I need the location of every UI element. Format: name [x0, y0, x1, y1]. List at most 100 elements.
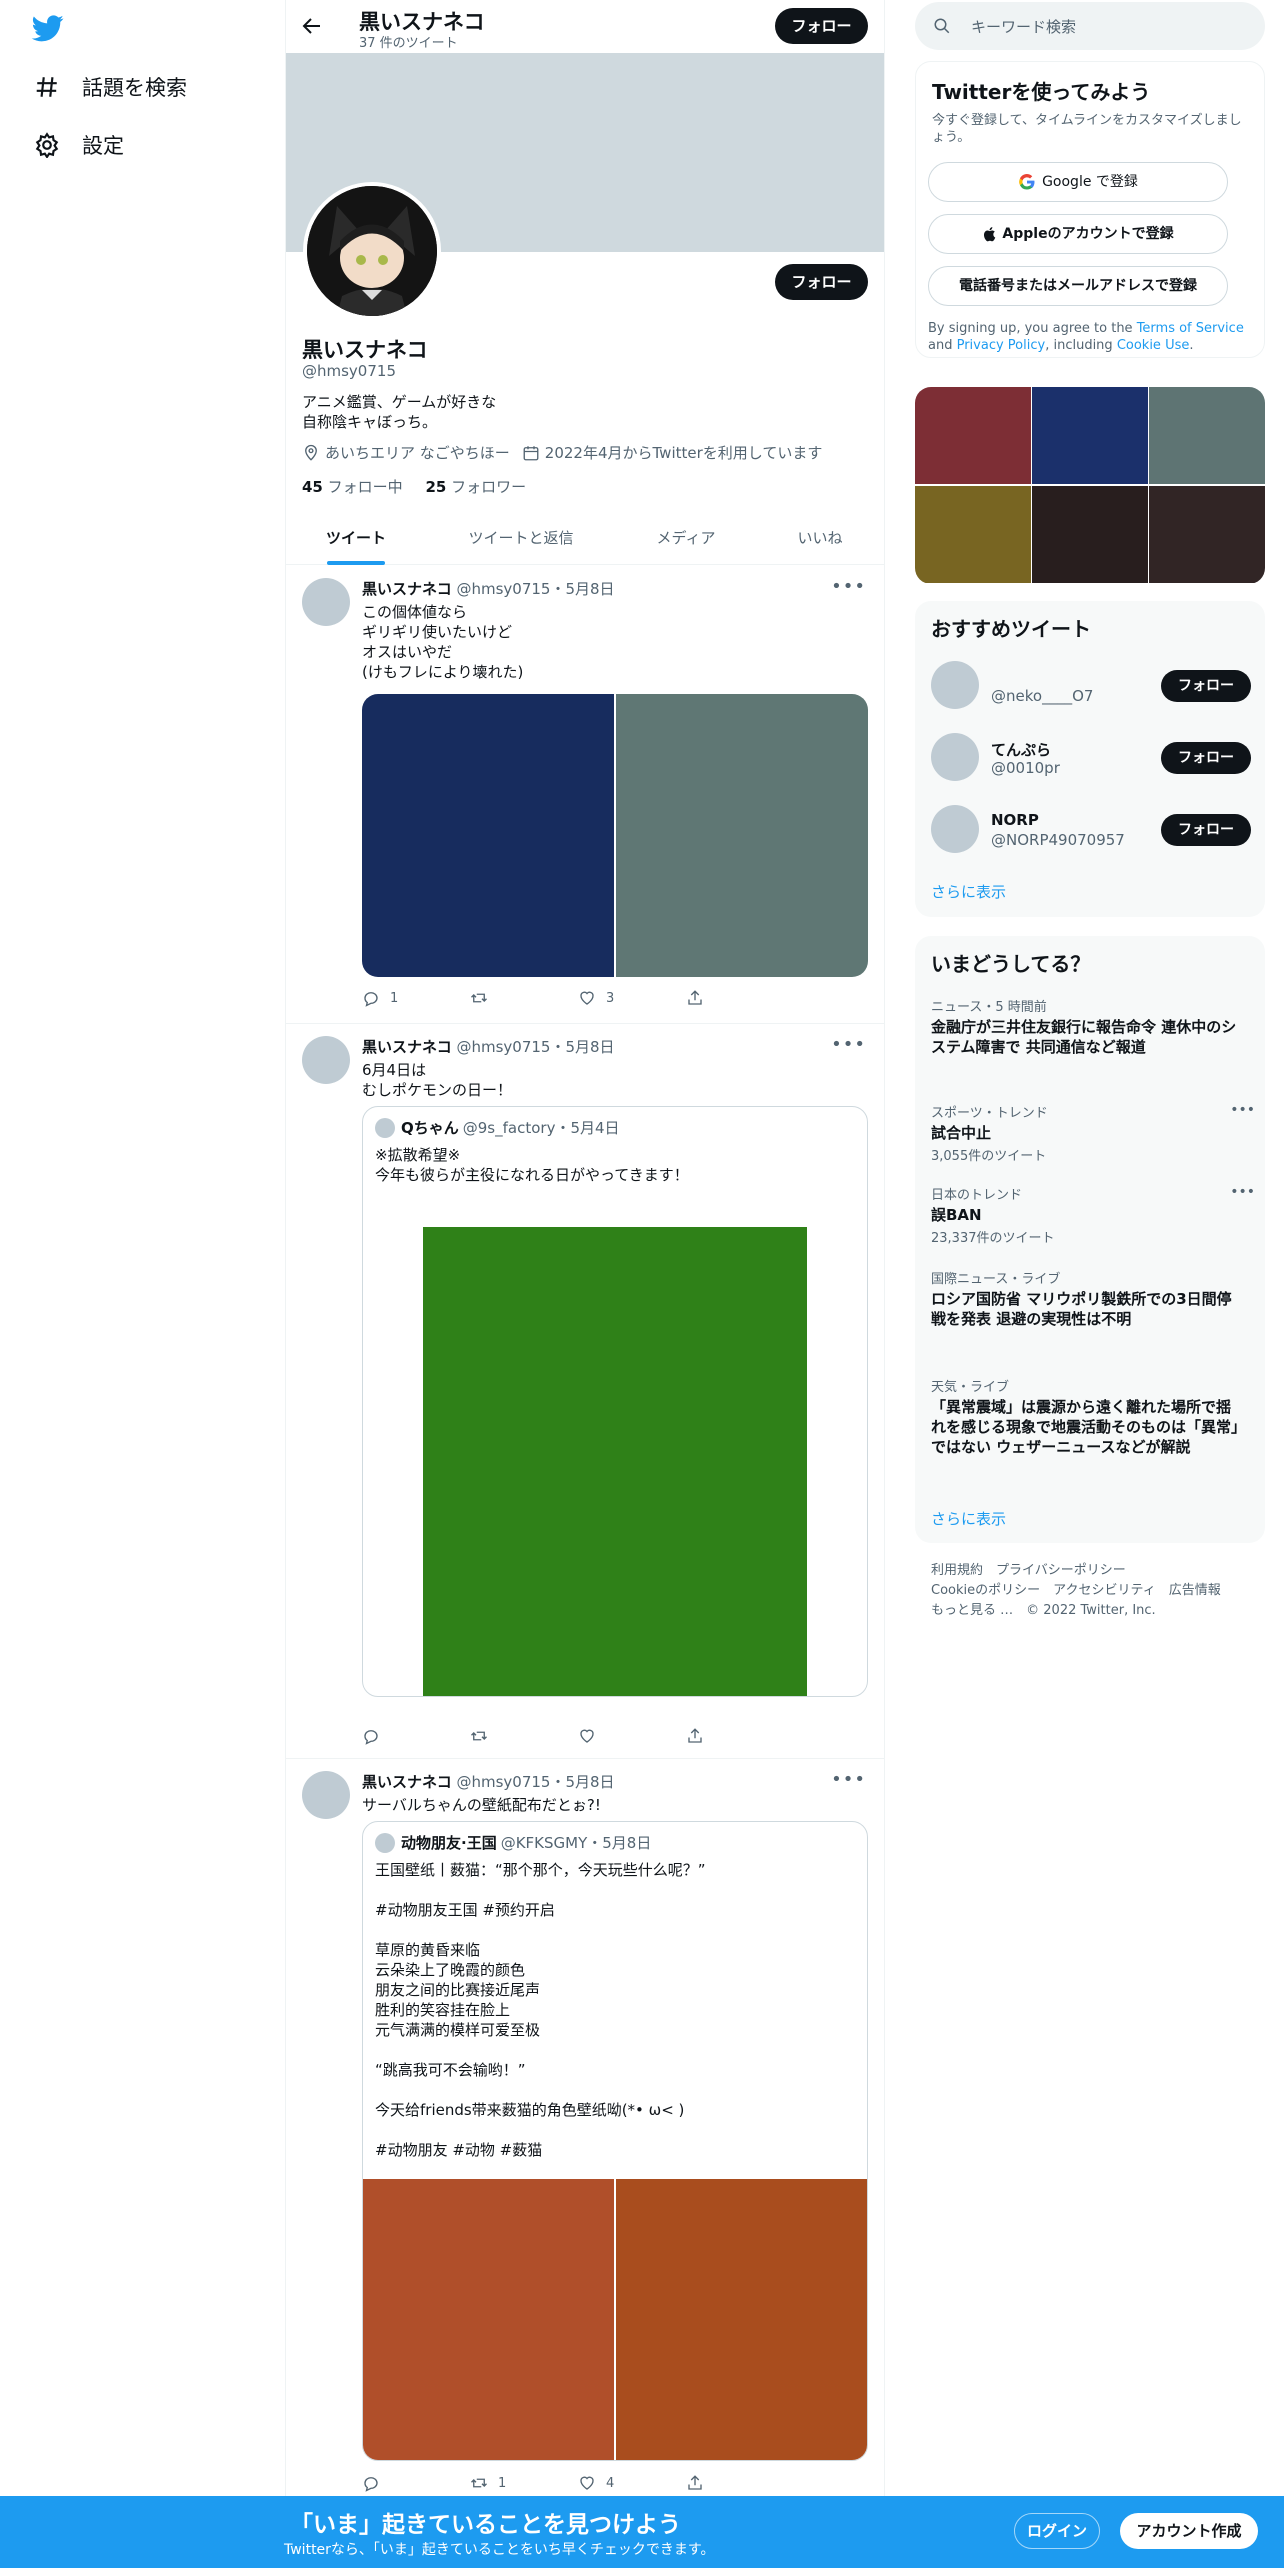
quoted-media[interactable] — [363, 2179, 867, 2460]
footer-link[interactable]: 広告情報 — [1169, 1583, 1221, 1598]
tweet-author-name[interactable]: 黒いスナネコ — [362, 1038, 452, 1056]
retweet-icon — [471, 1731, 487, 1741]
media-image[interactable] — [616, 2179, 867, 2460]
twitter-bird-icon[interactable] — [30, 12, 66, 44]
share-button[interactable] — [686, 1726, 794, 1746]
recommended-user[interactable]: NORP @NORP49070957 フォロー — [931, 805, 1251, 855]
media-thumb[interactable] — [1149, 387, 1265, 484]
reply-button[interactable]: 1 — [362, 988, 470, 1008]
trend-item[interactable]: スポーツ・トレンド 試合中止 3,055件のツイート ••• — [931, 1102, 1255, 1164]
nav-settings-label: 設定 — [82, 134, 124, 158]
footer-link[interactable]: 利用規約 — [931, 1563, 983, 1578]
tab-media[interactable]: メディア — [616, 512, 756, 565]
trend-count: 3,055件のツイート — [931, 1149, 1047, 1164]
show-more-link[interactable]: さらに表示 — [931, 1508, 1006, 1529]
nav-settings[interactable]: 設定 — [34, 130, 124, 160]
retweet-button[interactable] — [470, 988, 578, 1008]
terms-link[interactable]: Terms of Service — [1137, 321, 1244, 336]
profile-name: 黒いスナネコ — [302, 338, 428, 362]
avatar[interactable] — [931, 805, 979, 853]
more-icon[interactable]: ••• — [831, 576, 866, 597]
media-thumb[interactable] — [915, 486, 1031, 583]
media-thumb[interactable] — [1032, 387, 1148, 484]
tab-tweets[interactable]: ツイート — [286, 512, 426, 565]
search-box[interactable]: キーワード検索 — [915, 2, 1265, 50]
media-image[interactable] — [362, 694, 614, 977]
quoted-tweet[interactable]: Qちゃん @9s_factory・5月4日 ※拡散希望※ 今年も彼らが主役になれる… — [362, 1106, 868, 1697]
cookie-link[interactable]: Cookie Use — [1117, 338, 1190, 353]
recommended-user[interactable]: @neko____O7 フォロー — [931, 661, 1251, 711]
share-button[interactable] — [686, 2473, 794, 2493]
tab-likes[interactable]: いいね — [756, 512, 884, 565]
follow-button[interactable]: フォロー — [1161, 814, 1251, 846]
trend-item[interactable]: 日本のトレンド 誤BAN 23,337件のツイート ••• — [931, 1184, 1255, 1246]
phone-email-signup-button[interactable]: 電話番号またはメールアドレスで登録 — [928, 266, 1228, 306]
reply-button[interactable] — [362, 2473, 470, 2493]
like-button[interactable] — [578, 1726, 686, 1746]
tweet[interactable]: 黒いスナネコ @hmsy0715・5月8日 ••• サーバルちゃんの壁紙配布だと… — [286, 1759, 884, 2496]
tweet-avatar[interactable] — [302, 578, 350, 626]
tweet-author-name[interactable]: 黒いスナネコ — [362, 580, 452, 598]
profile-media-grid — [915, 387, 1265, 584]
follow-button[interactable]: フォロー — [1161, 670, 1251, 702]
tweet[interactable]: 黒いスナネコ @hmsy0715・5月8日 ••• 6月4日は むしポケモンの日… — [286, 1024, 884, 1759]
more-icon[interactable]: ••• — [831, 1769, 866, 1790]
trend-item[interactable]: 天気・ライブ 「異常震域」は震源から遠く離れた場所で揺れを感じる現象で地震活動そ… — [931, 1376, 1241, 1457]
avatar[interactable] — [931, 661, 979, 709]
more-icon[interactable]: ••• — [831, 1034, 866, 1055]
more-icon[interactable]: ••• — [1230, 1102, 1255, 1118]
recommended-user-handle: @0010pr — [991, 759, 1060, 777]
quoted-tweet[interactable]: 动物朋友·王国 @KFKSGMY・5月8日 王国壁纸丨薮猫：“那个那个，今天玩些什… — [362, 1821, 868, 2461]
footer-link[interactable]: アクセシビリティ — [1053, 1583, 1156, 1598]
apple-icon — [984, 227, 996, 242]
like-button[interactable]: 3 — [578, 988, 686, 1008]
followers-label: フォロワー — [451, 478, 527, 496]
google-icon — [1019, 173, 1035, 190]
header-follow-button[interactable]: フォロー — [775, 8, 868, 44]
recommended-user-handle: @NORP49070957 — [991, 831, 1125, 849]
avatar[interactable] — [931, 733, 979, 781]
more-icon[interactable]: ••• — [1230, 1184, 1255, 1200]
retweet-button[interactable]: 1 — [470, 2473, 578, 2493]
retweet-button[interactable] — [470, 1726, 578, 1746]
media-image[interactable] — [616, 694, 868, 977]
media-image[interactable] — [363, 2179, 614, 2460]
tweet-media[interactable] — [362, 694, 868, 977]
apple-signup-button[interactable]: Appleのアカウントで登録 — [928, 214, 1228, 254]
signup-button[interactable]: アカウント作成 — [1120, 2513, 1258, 2549]
like-button[interactable]: 4 — [578, 2473, 686, 2493]
retweet-icon — [471, 2478, 487, 2488]
trend-item[interactable]: ニュース・5 時間前 金融庁が三井住友銀行に報告命令 連休中のシステム障害で 共… — [931, 996, 1241, 1057]
google-signup-button[interactable]: Google で登録 — [928, 162, 1228, 202]
recommended-user[interactable]: てんぷら @0010pr フォロー — [931, 733, 1251, 783]
media-thumb[interactable] — [1032, 486, 1148, 583]
footer-link[interactable]: Cookieのポリシー — [931, 1583, 1040, 1598]
profile-follow-button[interactable]: フォロー — [775, 264, 868, 300]
footer-link[interactable]: プライバシーポリシー — [996, 1563, 1126, 1578]
share-button[interactable] — [686, 988, 794, 1008]
trend-item[interactable]: 国際ニュース・ライブ ロシア国防省 マリウポリ製鉄所での3日間停戦を発表 退避の… — [931, 1268, 1241, 1329]
tweet-avatar[interactable] — [302, 1771, 350, 1819]
tweet-meta: @hmsy0715・5月8日 — [456, 1773, 615, 1791]
location-pin-icon — [305, 444, 317, 461]
login-button[interactable]: ログイン — [1014, 2513, 1100, 2549]
tweet-avatar[interactable] — [302, 1036, 350, 1084]
footer-link[interactable]: もっと見る … — [931, 1603, 1013, 1618]
tweet-author-name[interactable]: 黒いスナネコ — [362, 1773, 452, 1791]
legal-text: . — [1189, 338, 1194, 353]
followers-link[interactable]: 25 フォロワー — [425, 478, 526, 496]
privacy-link[interactable]: Privacy Policy — [957, 338, 1046, 353]
media-thumb[interactable] — [1149, 486, 1265, 583]
tweet[interactable]: 黒いスナネコ @hmsy0715・5月8日 ••• この個体値なら ギリギリ使い… — [286, 566, 884, 1024]
media-thumb[interactable] — [915, 387, 1031, 484]
tab-tweets-replies[interactable]: ツイートと返信 — [426, 512, 616, 565]
reply-button[interactable] — [362, 1726, 470, 1746]
show-more-link[interactable]: さらに表示 — [931, 881, 1006, 902]
footer-links: 利用規約 プライバシーポリシー Cookieのポリシー アクセシビリティ 広告情… — [931, 1561, 1261, 1621]
follow-button[interactable]: フォロー — [1161, 742, 1251, 774]
back-arrow-icon[interactable] — [300, 14, 324, 38]
following-link[interactable]: 45 フォロー中 — [302, 478, 403, 496]
profile-avatar[interactable] — [303, 182, 441, 320]
nav-explore[interactable]: 話題を検索 — [34, 72, 187, 102]
quoted-media[interactable] — [423, 1227, 807, 1696]
